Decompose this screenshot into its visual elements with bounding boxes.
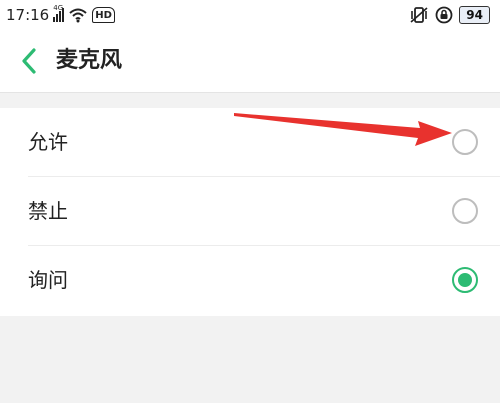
back-button[interactable] — [14, 44, 44, 78]
status-left: 17:16 4G HD — [6, 4, 115, 26]
rotation-lock-icon — [435, 6, 453, 24]
status-bar: 17:16 4G HD 94 — [0, 0, 500, 30]
option-label: 允许 — [28, 130, 68, 154]
wifi-icon — [68, 7, 88, 23]
option-deny[interactable]: 禁止 — [0, 177, 500, 246]
option-ask[interactable]: 询问 — [0, 246, 500, 315]
radio-button[interactable] — [452, 129, 478, 155]
status-time: 17:16 — [6, 6, 50, 24]
battery-level: 94 — [466, 8, 483, 22]
battery-icon: 94 — [459, 6, 490, 24]
header: 麦克风 — [0, 30, 500, 93]
radio-button[interactable] — [452, 198, 478, 224]
option-label: 询问 — [28, 268, 68, 292]
option-label: 禁止 — [28, 199, 68, 223]
hd-icon: HD — [92, 7, 115, 23]
signal-icon: 4G — [53, 4, 65, 22]
chevron-left-icon — [22, 48, 36, 74]
vibrate-icon — [409, 6, 429, 24]
page-title: 麦克风 — [56, 48, 123, 73]
hd-label: HD — [95, 9, 112, 21]
permission-options: 允许 禁止 询问 — [0, 108, 500, 316]
radio-button-selected[interactable] — [452, 267, 478, 293]
network-type-label: 4G — [53, 4, 64, 12]
option-allow[interactable]: 允许 — [0, 108, 500, 177]
status-right: 94 — [409, 4, 490, 26]
